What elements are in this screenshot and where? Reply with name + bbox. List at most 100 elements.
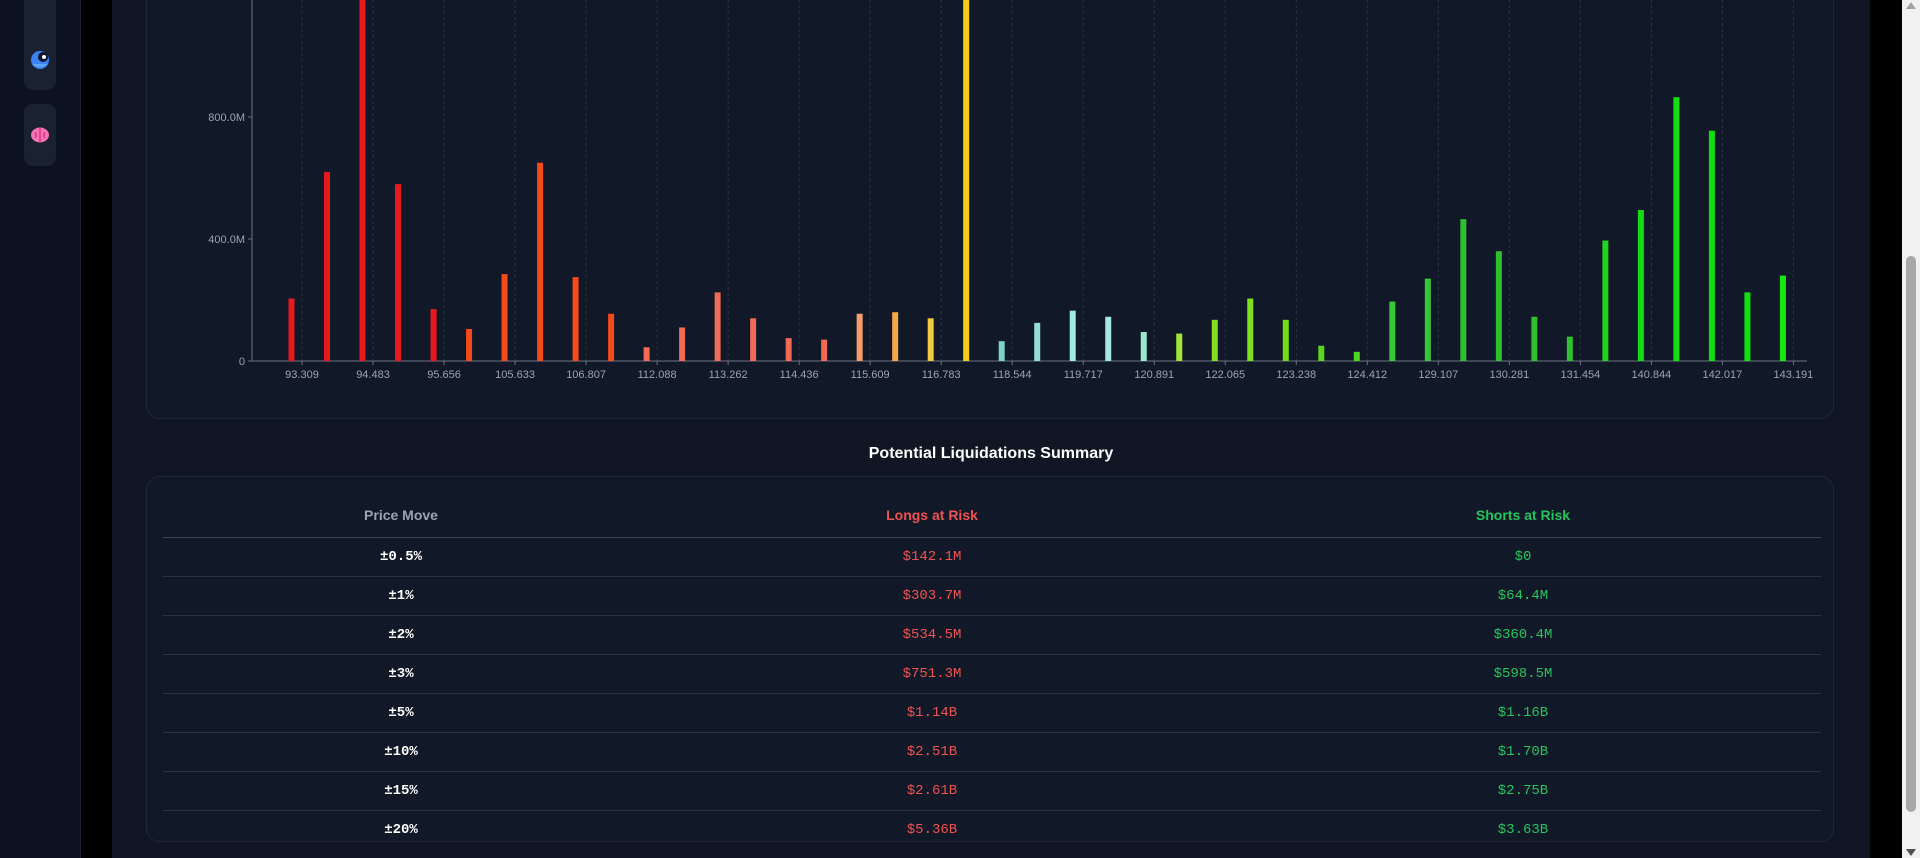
y-tick-label: 800.0M: [208, 112, 245, 124]
summary-title: Potential Liquidations Summary: [868, 445, 1114, 462]
table-row: ±2% $534.5M $360.4M: [163, 615, 1821, 655]
scroll-up-arrow-icon[interactable]: [1906, 2, 1916, 9]
header-longs-at-risk: Longs at Risk: [639, 493, 1225, 538]
table-row: ±5% $1.14B $1.16B: [163, 693, 1821, 733]
sidebar: [0, 0, 81, 858]
liquidation-bar[interactable]: [1637, 210, 1644, 361]
sidebar-button-brain[interactable]: [24, 104, 56, 166]
liquidation-bar[interactable]: [1176, 333, 1183, 361]
liquidation-bar[interactable]: [892, 312, 899, 361]
shorts-at-risk-cell: $0: [1225, 537, 1821, 577]
liquidation-bar[interactable]: [1531, 316, 1538, 361]
blue-creature-icon: [31, 51, 49, 69]
price-move-cell: ±3%: [163, 654, 639, 694]
shorts-at-risk-cell: $2.75B: [1225, 771, 1821, 811]
liquidation-bar[interactable]: [324, 171, 331, 361]
liquidation-chart-card: 0 400.0M 800.0M 93.309 94.483 95.656 105.633 10…: [146, 0, 1834, 419]
x-tick-label: 130.281: [1489, 369, 1529, 381]
x-tick-label: 122.065: [1205, 369, 1245, 381]
liquidation-bar[interactable]: [998, 341, 1005, 361]
main-content: 0 400.0M 800.0M 93.309 94.483 95.656 105.633 10…: [112, 0, 1870, 858]
shorts-at-risk-cell: $3.63B: [1497, 822, 1549, 838]
pink-brain-icon: [31, 127, 49, 143]
liquidation-bar[interactable]: [1389, 301, 1396, 361]
x-tick-label: 120.891: [1134, 369, 1174, 381]
summary-header-row: Price Move Longs at Risk Shorts at Risk: [163, 493, 1821, 538]
shorts-at-risk-cell: $360.4M: [1225, 615, 1821, 655]
scrollbar[interactable]: [1902, 0, 1920, 858]
liquidation-bar[interactable]: [1140, 332, 1147, 361]
longs-at-risk-cell: $303.7M: [639, 576, 1225, 616]
x-tick-label: 113.262: [709, 369, 748, 381]
shorts-at-risk-cell: $1.16B: [1225, 693, 1821, 733]
price-move-cell: ±15%: [163, 771, 639, 811]
liquidation-bar[interactable]: [714, 292, 721, 361]
liquidation-bar[interactable]: [1247, 298, 1254, 361]
liquidation-bar[interactable]: [1566, 336, 1573, 361]
x-tick-label: 93.309: [285, 369, 319, 381]
x-tick-label: 123.238: [1276, 369, 1316, 381]
liquidation-bar[interactable]: [1602, 240, 1609, 361]
liquidation-bar[interactable]: [1708, 130, 1715, 361]
x-tick-label: 112.088: [638, 369, 677, 381]
liquidation-bar[interactable]: [821, 339, 828, 361]
liquidation-bar[interactable]: [1282, 319, 1289, 361]
liquidation-bar[interactable]: [466, 328, 473, 361]
shorts-at-risk-cell: $64.4M: [1225, 576, 1821, 616]
longs-at-risk-cell: $2.61B: [639, 771, 1225, 811]
y-tick-label: 0: [239, 356, 245, 368]
liquidation-bar[interactable]: [1211, 319, 1218, 361]
liquidation-bar[interactable]: [608, 313, 615, 361]
shorts-at-risk-cell: $1.70B: [1225, 732, 1821, 772]
liquidation-bar[interactable]: [1424, 278, 1431, 361]
liquidation-bar[interactable]: [395, 184, 402, 361]
liquidation-bar[interactable]: [1353, 351, 1360, 361]
sidebar-button-creature[interactable]: [24, 28, 56, 90]
liquidation-bar[interactable]: [1495, 251, 1502, 361]
x-tick-label: 106.807: [566, 369, 606, 381]
scroll-down-arrow-icon[interactable]: [1906, 849, 1916, 856]
liquidation-bar[interactable]: [1460, 219, 1467, 361]
liquidation-bar[interactable]: [1673, 97, 1680, 362]
liquidation-bar[interactable]: [785, 338, 792, 361]
price-move-cell: ±2%: [163, 615, 639, 655]
longs-at-risk-cell: $2.51B: [639, 732, 1225, 772]
price-move-cell: ±10%: [163, 732, 639, 772]
table-row: ±3% $751.3M $598.5M: [163, 654, 1821, 694]
x-tick-label: 118.544: [993, 369, 1032, 381]
liquidation-bar[interactable]: [430, 309, 437, 361]
x-tick-label: 142.017: [1703, 369, 1743, 381]
liquidation-bar[interactable]: [1069, 310, 1076, 361]
liquidation-bar[interactable]: [288, 298, 295, 361]
table-row: ±20% $5.36B $3.63B: [163, 811, 1821, 850]
longs-at-risk-cell: $142.1M: [639, 537, 1225, 577]
x-tick-label: 131.454: [1560, 369, 1600, 381]
price-move-cell: ±1%: [163, 576, 639, 616]
longs-at-risk-cell: $1.14B: [639, 693, 1225, 733]
liquidation-bar-chart: 0 400.0M 800.0M 93.309 94.483 95.656 105.633 10…: [208, 0, 1813, 381]
liquidation-bar[interactable]: [359, 0, 366, 361]
liquidation-bar[interactable]: [1105, 316, 1112, 361]
liquidation-bar[interactable]: [927, 318, 934, 361]
liquidation-bar[interactable]: [1034, 322, 1041, 361]
price-move-cell: ±0.5%: [163, 537, 639, 577]
liquidation-bar[interactable]: [856, 313, 863, 361]
x-tick-label: 94.483: [356, 369, 390, 381]
longs-at-risk-cell: $534.5M: [639, 615, 1225, 655]
liquidation-bar[interactable]: [963, 0, 970, 361]
liquidation-bar[interactable]: [501, 274, 508, 361]
x-tick-label: 119.717: [1064, 369, 1103, 381]
liquidation-bar[interactable]: [643, 347, 650, 361]
liquidation-bar[interactable]: [1318, 345, 1325, 361]
scrollbar-thumb[interactable]: [1906, 256, 1916, 812]
shorts-at-risk-cell: $598.5M: [1225, 654, 1821, 694]
liquidation-bar[interactable]: [750, 318, 757, 361]
liquidation-bar[interactable]: [679, 327, 686, 361]
summary-table: Price Move Longs at Risk Shorts at Risk …: [163, 493, 1821, 849]
table-row: ±15% $2.61B $2.75B: [163, 771, 1821, 811]
liquidation-bar[interactable]: [1744, 292, 1751, 361]
liquidation-bar[interactable]: [572, 277, 579, 361]
liquidation-bar[interactable]: [537, 162, 544, 361]
liquidation-bar[interactable]: [1779, 275, 1786, 361]
summary-card: Price Move Longs at Risk Shorts at Risk …: [146, 476, 1834, 842]
